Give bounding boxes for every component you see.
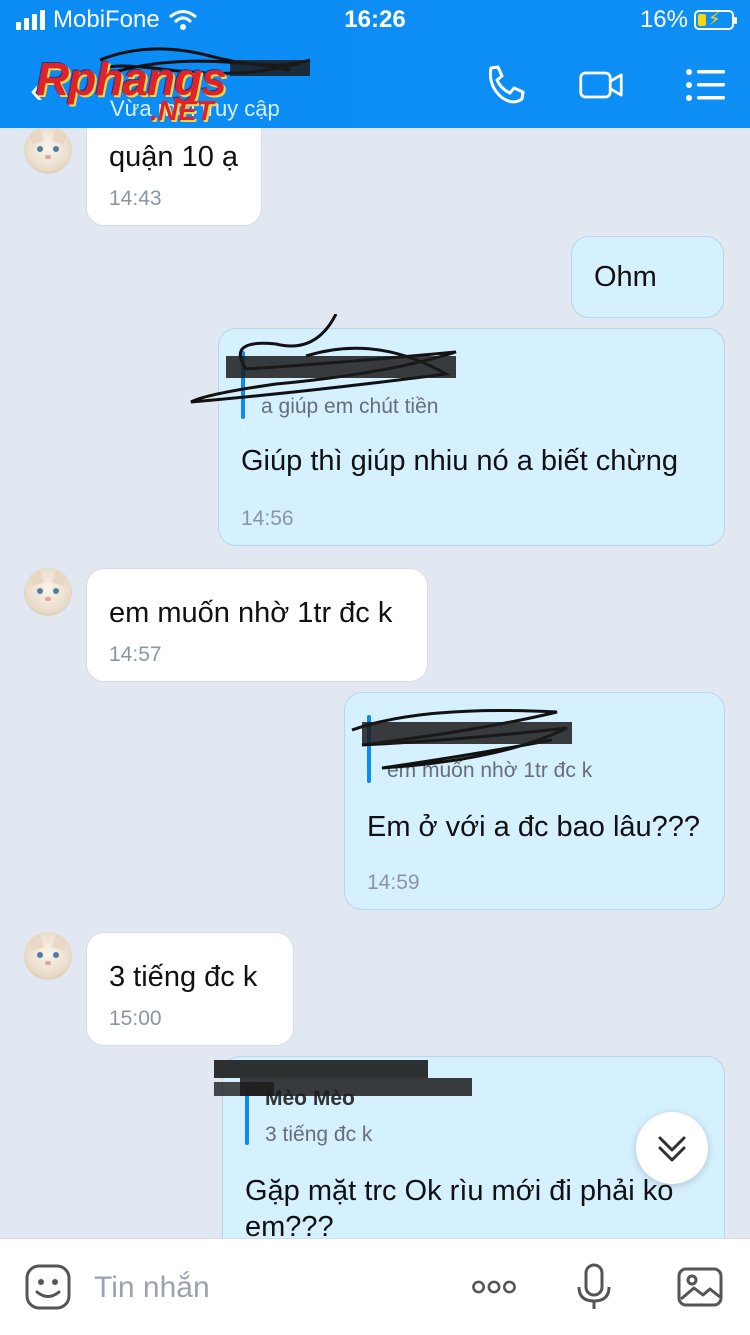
microphone-icon[interactable]	[570, 1263, 618, 1311]
image-icon[interactable]	[676, 1263, 724, 1311]
reply-quote-bar	[245, 1085, 249, 1145]
reply-quote-bar	[241, 351, 245, 419]
avatar[interactable]	[24, 568, 72, 616]
video-call-icon[interactable]	[578, 62, 624, 108]
reply-quote-text: 3 tiếng đc k	[265, 1123, 373, 1146]
message-input[interactable]	[92, 1265, 436, 1311]
reply-quote-text: a giúp em chút tiền	[261, 395, 439, 418]
message-time: 14:59	[367, 871, 420, 894]
message-bubble-incoming[interactable]: 3 tiếng đc k 15:00	[86, 932, 294, 1046]
message-text: Ohm	[594, 261, 657, 293]
message-text: Gặp mặt trc Ok rìu mới đi phải ko	[245, 1175, 674, 1207]
battery-status: 16% ⚡	[639, 6, 737, 34]
message-bubble-outgoing[interactable]: Ohm	[571, 236, 724, 318]
phone-icon[interactable]	[482, 62, 528, 108]
message-composer	[0, 1238, 750, 1335]
reply-quote-bar	[367, 715, 371, 783]
chat-header: MobiFone 16:26 16% ⚡ ‹ Vừa mới truy cập …	[0, 0, 750, 128]
message-time: 14:43	[109, 187, 162, 210]
scroll-to-bottom-button[interactable]	[636, 1112, 708, 1184]
message-bubble-incoming[interactable]: em muốn nhờ 1tr đc k 14:57	[86, 568, 428, 682]
reply-quote-author: Mèo Mèo	[265, 1087, 355, 1110]
message-time: 15:00	[109, 1007, 162, 1030]
sticker-icon[interactable]	[24, 1263, 72, 1311]
message-bubble-outgoing[interactable]: a giúp em chút tiền Giúp thì giúp nhiu n…	[218, 328, 725, 546]
message-text: quận 10 ạ	[109, 141, 239, 173]
menu-icon[interactable]	[683, 62, 729, 108]
more-icon[interactable]	[470, 1263, 518, 1311]
message-text-line2: em???	[245, 1211, 334, 1238]
watermark-logo-sub: .NET	[150, 95, 214, 126]
avatar[interactable]	[24, 932, 72, 980]
message-time: 14:56	[241, 507, 294, 530]
avatar[interactable]	[24, 128, 72, 174]
battery-percent: 16%	[639, 6, 688, 33]
double-chevron-down-icon	[658, 1136, 686, 1162]
reply-quote-text: em muốn nhờ 1tr đc k	[387, 759, 593, 782]
message-text: Em ở với a đc bao lâu???	[367, 811, 701, 843]
message-time: 14:57	[109, 643, 162, 666]
message-text: Giúp thì giúp nhiu nó a biết chừng	[241, 445, 678, 477]
message-text: em muốn nhờ 1tr đc k	[109, 597, 393, 629]
message-text: 3 tiếng đc k	[109, 961, 258, 993]
message-bubble-incoming[interactable]: quận 10 ạ 14:43	[86, 128, 262, 226]
message-list[interactable]: quận 10 ạ 14:43 Ohm a giúp em chút tiền …	[0, 128, 750, 1238]
battery-icon: ⚡	[694, 9, 737, 30]
message-bubble-outgoing[interactable]: em muốn nhờ 1tr đc k Em ở với a đc bao l…	[344, 692, 725, 910]
